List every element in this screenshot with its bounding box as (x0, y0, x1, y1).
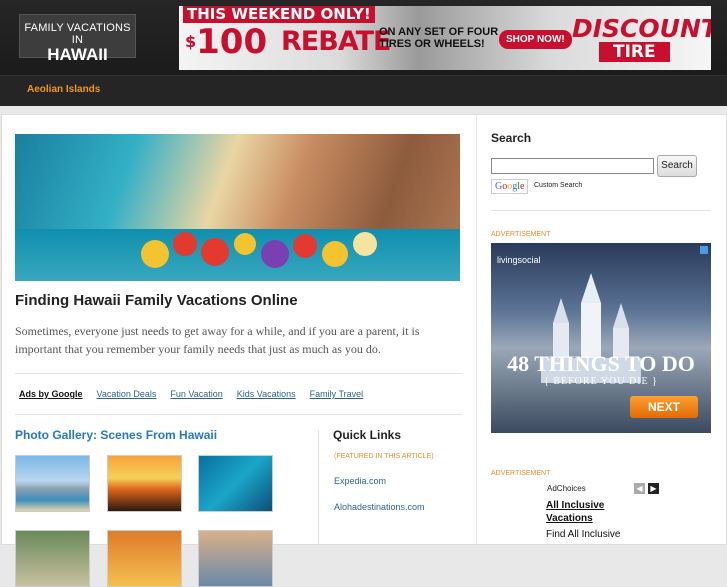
gallery-title[interactable]: Photo Gallery: Scenes From Hawaii (15, 428, 217, 442)
nav-item-aeolian-islands[interactable]: Aeolian Islands (27, 84, 100, 95)
gallery-thumb-5[interactable] (107, 530, 182, 587)
banner-ad[interactable]: THIS WEEKEND ONLY! $100 REBATE ON ANY SE… (179, 6, 711, 70)
advertisement-label-2: ADVERTISEMENT (491, 470, 551, 477)
site-logo[interactable]: FAMILY VACATIONS IN HAWAII (19, 14, 136, 64)
ad-text: Find All Inclusive (546, 529, 621, 540)
custom-search-label: Custom Search (534, 182, 583, 189)
ads-by-google-label[interactable]: Ads by Google (19, 389, 83, 399)
banner-brand: DISCOUNT (572, 14, 711, 43)
banner-shop-button[interactable]: SHOP NOW! (499, 30, 572, 49)
banner-amount: $100 (185, 22, 268, 62)
ad-link-family-travel[interactable]: Family Travel (310, 389, 364, 399)
quick-link-expedia[interactable]: Expedia.com (334, 476, 386, 486)
logo-line-2: HAWAII (47, 45, 108, 64)
lei-flowers (141, 232, 377, 268)
site-header: FAMILY VACATIONS IN HAWAII THIS WEEKEND … (0, 0, 727, 75)
google-logo: Google (491, 179, 529, 194)
next-arrow-icon[interactable]: ▶ (648, 483, 659, 494)
logo-line-1: FAMILY VACATIONS IN (24, 22, 131, 46)
gallery-thumb-4[interactable] (15, 530, 90, 587)
sidebar-divider (476, 114, 477, 545)
ad-headline: 48 THINGS TO DO (507, 351, 695, 376)
banner-offer: ON ANY SET OF FOUR TIRES OR WHEELS! (379, 26, 499, 50)
ad-info-icon[interactable] (700, 246, 708, 254)
ad-link-vacation-deals[interactable]: Vacation Deals (97, 389, 157, 399)
article-intro: Sometimes, everyone just needs to get aw… (15, 324, 420, 356)
search-input[interactable] (491, 158, 654, 174)
ad-link-kids-vacations[interactable]: Kids Vacations (237, 389, 296, 399)
main-nav: Aeolian Islands (0, 75, 727, 106)
divider (15, 373, 462, 374)
livingsocial-ad[interactable]: livingsocial 48 THINGS TO DO { BEFORE YO… (491, 243, 711, 433)
search-button[interactable]: Search (657, 155, 697, 177)
prev-arrow-icon[interactable]: ◀ (634, 483, 645, 494)
gallery-thumb-sunset[interactable] (107, 455, 182, 512)
adchoices-label[interactable]: AdChoices (547, 484, 586, 493)
hero-image (15, 134, 460, 281)
column-divider (318, 430, 319, 545)
ad-link-all-inclusive[interactable]: All Inclusive Vacations (546, 499, 626, 525)
search-title: Search (491, 131, 532, 145)
banner-rebate: REBATE (281, 26, 391, 57)
divider (491, 210, 711, 211)
divider (15, 414, 462, 415)
article-title: Finding Hawaii Family Vacations Online (15, 292, 298, 309)
advertisement-label: ADVERTISEMENT (491, 231, 551, 238)
gallery-thumb-city-beach[interactable] (15, 455, 90, 512)
ads-by-google-bar: Ads by Google Vacation Deals Fun Vacatio… (19, 389, 363, 399)
quick-links-title: Quick Links (333, 428, 402, 442)
gallery-thumb-6[interactable] (198, 530, 273, 587)
quick-links-featured-label: (FEATURED IN THIS ARTICLE) (334, 453, 434, 460)
quick-link-alohadestinations[interactable]: Alohadestinations.com (334, 502, 425, 512)
ad-subline: { BEFORE YOU DIE } (544, 376, 658, 387)
ad-brand: livingsocial (497, 255, 541, 265)
gallery-thumb-reef-fish[interactable] (198, 455, 273, 512)
ad-link-fun-vacation[interactable]: Fun Vacation (170, 389, 222, 399)
banner-brand-sub: TIRE (599, 42, 670, 62)
ad-next-button[interactable]: NEXT (630, 396, 698, 418)
banner-headline: THIS WEEKEND ONLY! (183, 6, 375, 23)
